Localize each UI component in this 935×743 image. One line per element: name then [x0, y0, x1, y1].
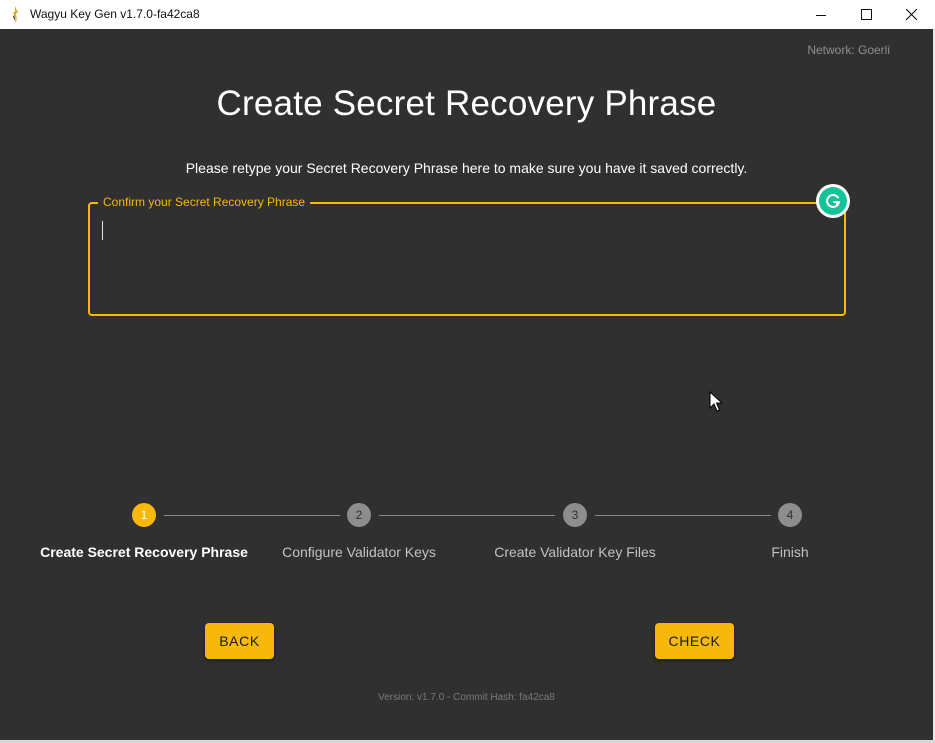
step-2-label: Configure Validator Keys	[282, 544, 436, 560]
version-footer: Version: v1.7.0 - Commit Hash: fa42ca8	[378, 692, 555, 703]
step-2-indicator: 2	[347, 503, 371, 527]
app-icon	[13, 6, 18, 22]
step-connector	[595, 515, 771, 516]
back-button[interactable]: BACK	[205, 623, 274, 659]
step-3-label: Create Validator Key Files	[494, 544, 656, 560]
recovery-phrase-label: Confirm your Secret Recovery Phrase	[98, 195, 311, 209]
window-title: Wagyu Key Gen v1.7.0-fa42ca8	[30, 7, 200, 21]
check-button[interactable]: CHECK	[655, 623, 734, 659]
step-4-label: Finish	[771, 544, 809, 560]
recovery-phrase-field[interactable]: Confirm your Secret Recovery Phrase	[88, 195, 846, 316]
close-icon[interactable]	[888, 0, 934, 29]
minimize-icon[interactable]	[798, 0, 844, 29]
step-connector	[379, 515, 555, 516]
text-caret	[102, 221, 103, 240]
instruction-text: Please retype your Secret Recovery Phras…	[185, 160, 748, 176]
title-bar: Wagyu Key Gen v1.7.0-fa42ca8	[0, 0, 935, 29]
step-1-indicator: 1	[132, 503, 156, 527]
step-4-indicator: 4	[778, 503, 802, 527]
step-3-indicator: 3	[563, 503, 587, 527]
step-1-label: Create Secret Recovery Phrase	[40, 544, 248, 560]
maximize-icon[interactable]	[843, 0, 889, 29]
mouse-pointer-icon	[709, 391, 723, 412]
recovery-phrase-input[interactable]	[100, 218, 820, 304]
app-window: Network: Goerli Create Secret Recovery P…	[0, 29, 933, 740]
network-indicator: Network: Goerli	[807, 43, 890, 57]
step-connector	[164, 515, 340, 516]
page-title: Create Secret Recovery Phrase	[216, 84, 717, 123]
grammarly-icon[interactable]	[816, 184, 850, 218]
